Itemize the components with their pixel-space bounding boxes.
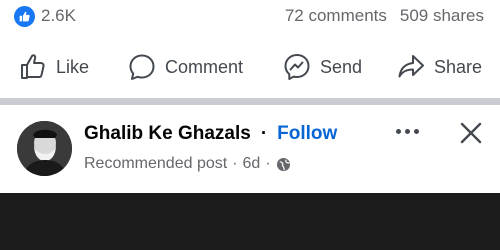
comment-count[interactable]: 72 comments xyxy=(285,6,387,26)
reaction-stats-bar: 2.6K 72 comments 509 shares xyxy=(0,0,500,34)
post-meta: Recommended post · 6d · xyxy=(84,153,291,175)
feed-divider xyxy=(0,98,500,105)
comment-label: Comment xyxy=(165,56,244,77)
like-button[interactable]: Like xyxy=(18,42,89,92)
reactions-summary[interactable]: 2.6K xyxy=(14,4,76,28)
comment-button[interactable]: Comment xyxy=(127,42,243,92)
follow-button[interactable]: Follow xyxy=(277,123,337,145)
post-type-label: Recommended post xyxy=(84,155,228,172)
close-icon[interactable] xyxy=(457,119,485,147)
post-actions-bar: Like Comment Send Share xyxy=(0,42,500,92)
like-label: Like xyxy=(56,56,90,77)
page-name[interactable]: Ghalib Ke Ghazals xyxy=(84,123,251,145)
thumbs-up-icon xyxy=(21,54,45,79)
meta-separator-2: · xyxy=(265,155,271,172)
share-label: Share xyxy=(434,56,483,77)
more-options-icon[interactable] xyxy=(392,121,422,141)
name-separator: · xyxy=(260,123,268,144)
messenger-icon xyxy=(284,54,310,80)
meta-separator: · xyxy=(232,155,238,172)
globe-icon xyxy=(276,157,291,172)
share-arrow-icon xyxy=(398,55,424,78)
send-label: Send xyxy=(320,56,363,77)
like-count: 2.6K xyxy=(41,6,76,25)
post-media[interactable] xyxy=(0,193,500,250)
page-avatar[interactable] xyxy=(17,121,72,176)
share-count[interactable]: 509 shares xyxy=(400,6,484,26)
post-time[interactable]: 6d xyxy=(243,155,261,173)
post-header: Ghalib Ke Ghazals · Follow Recommended p… xyxy=(0,105,500,190)
like-badge-icon xyxy=(14,5,35,27)
comment-bubble-icon xyxy=(129,54,155,80)
share-button[interactable]: Share xyxy=(396,42,482,92)
send-button[interactable]: Send xyxy=(282,42,362,92)
